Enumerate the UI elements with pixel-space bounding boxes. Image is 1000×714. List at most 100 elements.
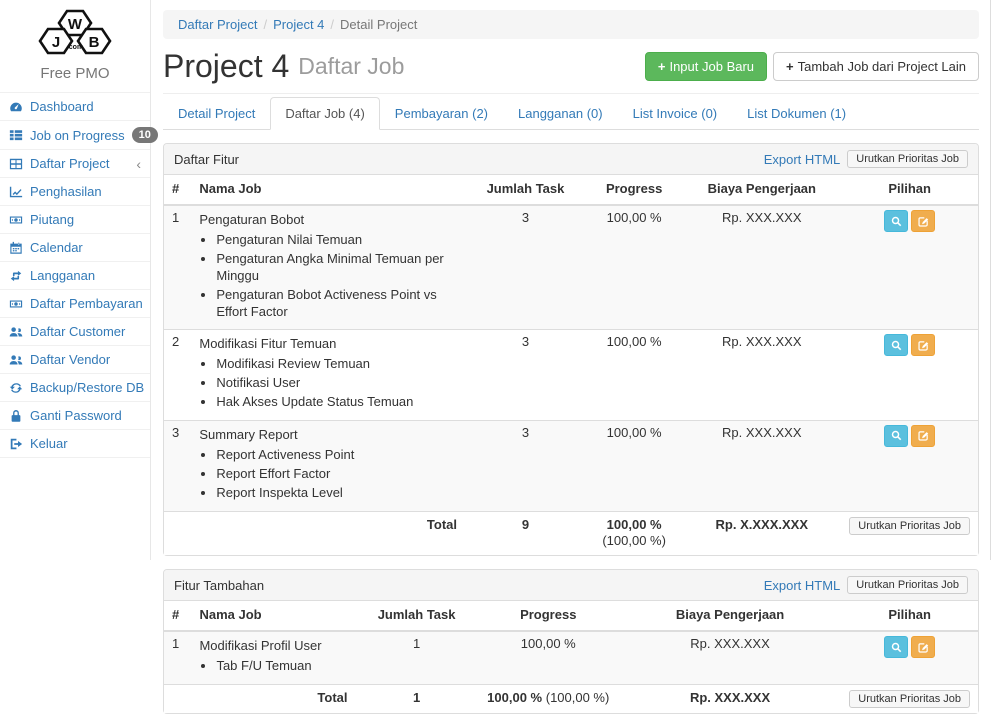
breadcrumb-item[interactable]: Project 4 xyxy=(273,17,324,32)
subtask-list: Pengaturan Nilai TemuanPengaturan Angka … xyxy=(199,231,457,321)
subtask-item: Pengaturan Nilai Temuan xyxy=(216,231,457,250)
row-number: 1 xyxy=(164,205,191,330)
sidebar-item-penghasilan[interactable]: Penghasilan xyxy=(0,178,150,206)
view-job-button[interactable] xyxy=(884,425,908,447)
column-header: Nama Job xyxy=(191,601,355,631)
sidebar-item-keluar[interactable]: Keluar xyxy=(0,430,150,458)
tab-langganan-0-[interactable]: Langganan (0) xyxy=(503,97,618,130)
users-icon xyxy=(9,325,23,339)
view-job-button[interactable] xyxy=(884,636,908,658)
sidebar-item-label: Job on Progress xyxy=(30,128,125,143)
tab-bar: Detail ProjectDaftar Job (4)Pembayaran (… xyxy=(163,97,979,130)
jwb-hexagon-logo: W J B .com xyxy=(31,7,119,59)
job-name: Summary Report xyxy=(199,425,457,444)
total-progress-value: 100,00 % xyxy=(607,517,662,532)
table-icon xyxy=(9,157,23,171)
jumlah-task-cell: 3 xyxy=(465,205,586,330)
view-job-button[interactable] xyxy=(884,334,908,356)
column-header: # xyxy=(164,601,191,631)
total-actions-cell: Urutkan Prioritas Job xyxy=(841,685,978,714)
svg-text:W: W xyxy=(68,16,83,33)
tab-list-dokumen-1-[interactable]: List Dokumen (1) xyxy=(732,97,861,130)
column-header: # xyxy=(164,175,191,205)
edit-job-button[interactable] xyxy=(911,334,935,356)
view-job-button[interactable] xyxy=(884,210,908,232)
sidebar-item-backup-restore-db[interactable]: Backup/Restore DB xyxy=(0,374,150,402)
subtask-list: Tab F/U Temuan xyxy=(199,657,347,676)
tab-detail-project[interactable]: Detail Project xyxy=(163,97,270,130)
panel-title: Daftar Fitur xyxy=(174,152,239,167)
biaya-cell: Rp. XXX.XXX xyxy=(619,631,841,684)
plus-icon: + xyxy=(658,59,666,74)
breadcrumb: Daftar Project/Project 4/Detail Project xyxy=(163,10,979,39)
row-number: 2 xyxy=(164,330,191,421)
sidebar-item-piutang[interactable]: Piutang xyxy=(0,206,150,234)
progress-cell: 100,00 % xyxy=(586,330,682,421)
jumlah-task-cell: 3 xyxy=(465,330,586,421)
subtask-item: Tab F/U Temuan xyxy=(216,657,347,676)
sidebar-item-dashboard[interactable]: Dashboard xyxy=(0,93,150,121)
export-html-link[interactable]: Export HTML xyxy=(764,152,841,167)
progress-cell: 100,00 % xyxy=(586,420,682,511)
column-header: Jumlah Task xyxy=(465,175,586,205)
total-actions-cell: Urutkan Prioritas Job xyxy=(841,511,978,555)
total-progress-value: 100,00 % xyxy=(487,690,542,705)
breadcrumb-separator: / xyxy=(263,17,267,32)
plus-icon: + xyxy=(786,59,794,74)
urutkan-prioritas-job-button[interactable]: Urutkan Prioritas Job xyxy=(847,576,968,594)
sidebar-item-daftar-customer[interactable]: Daftar Customer xyxy=(0,318,150,346)
sidebar-item-label: Piutang xyxy=(30,212,74,227)
page-subtitle: Daftar Job xyxy=(298,53,404,80)
jumlah-task-cell: 1 xyxy=(356,631,478,684)
sidebar-item-ganti-password[interactable]: Ganti Password xyxy=(0,402,150,430)
export-html-link[interactable]: Export HTML xyxy=(764,578,841,593)
column-header: Progress xyxy=(586,175,682,205)
sidebar-item-calendar[interactable]: Calendar xyxy=(0,234,150,262)
sidebar-item-daftar-vendor[interactable]: Daftar Vendor xyxy=(0,346,150,374)
sidebar-item-label: Penghasilan xyxy=(30,184,102,199)
job-name: Modifikasi Profil User xyxy=(199,636,347,655)
job-name-cell: Modifikasi Fitur TemuanModifikasi Review… xyxy=(191,330,465,421)
subtask-item: Report Effort Factor xyxy=(216,465,457,484)
table-row: 1Pengaturan BobotPengaturan Nilai Temuan… xyxy=(164,205,978,330)
edit-job-button[interactable] xyxy=(911,636,935,658)
urutkan-prioritas-job-button[interactable]: Urutkan Prioritas Job xyxy=(847,150,968,168)
svg-text:B: B xyxy=(89,34,100,51)
page-title: Project 4 xyxy=(163,49,289,84)
panel-daftar-fitur: Daftar Fitur Export HTML Urutkan Prioritas… xyxy=(163,143,979,556)
subtask-list: Modifikasi Review TemuanNotifikasi UserH… xyxy=(199,355,457,412)
sidebar-item-job-on-progress[interactable]: Job on Progress10 xyxy=(0,121,150,150)
biaya-cell: Rp. XXX.XXX xyxy=(682,420,841,511)
edit-job-button[interactable] xyxy=(911,425,935,447)
jwb-logo: W J B .com xyxy=(0,0,150,62)
biaya-cell: Rp. XXX.XXX xyxy=(682,205,841,330)
total-cost: Rp. X.XXX.XXX xyxy=(682,511,841,555)
tab-list-invoice-0-[interactable]: List Invoice (0) xyxy=(618,97,733,130)
tab-pembayaran-2-[interactable]: Pembayaran (2) xyxy=(380,97,503,130)
total-progress-extra: (100,00 %) xyxy=(546,690,610,705)
edit-icon xyxy=(917,215,930,228)
edit-job-button[interactable] xyxy=(911,210,935,232)
search-icon xyxy=(890,215,903,228)
subtask-item: Hak Akses Update Status Temuan xyxy=(216,393,457,412)
sidebar-item-daftar-pembayaran[interactable]: Daftar Pembayaran xyxy=(0,290,150,318)
lock-icon xyxy=(9,409,23,423)
sidebar-item-label: Daftar Project xyxy=(30,156,109,171)
job-name-cell: Modifikasi Profil User Tab F/U Temuan xyxy=(191,631,355,684)
sidebar-item-label: Backup/Restore DB xyxy=(30,380,144,395)
urutkan-prioritas-job-button[interactable]: Urutkan Prioritas Job xyxy=(849,690,970,708)
input-job-baru-button[interactable]: +Input Job Baru xyxy=(645,52,767,81)
breadcrumb-item[interactable]: Daftar Project xyxy=(178,17,257,32)
tab-daftar-job-4-[interactable]: Daftar Job (4) xyxy=(270,97,379,130)
urutkan-prioritas-job-button[interactable]: Urutkan Prioritas Job xyxy=(849,517,970,535)
sidebar-menu: DashboardJob on Progress10Daftar Project… xyxy=(0,92,150,458)
total-cost: Rp. XXX.XXX xyxy=(619,685,841,714)
jumlah-task-cell: 3 xyxy=(465,420,586,511)
tambah-job-button[interactable]: +Tambah Job dari Project Lain xyxy=(773,52,979,81)
line-chart-icon xyxy=(9,185,23,199)
column-header: Jumlah Task xyxy=(356,601,478,631)
column-header: Biaya Pengerjaan xyxy=(619,601,841,631)
money-icon xyxy=(9,213,23,227)
sidebar-item-langganan[interactable]: Langganan xyxy=(0,262,150,290)
sidebar-item-daftar-project[interactable]: Daftar Project‹ xyxy=(0,150,150,178)
